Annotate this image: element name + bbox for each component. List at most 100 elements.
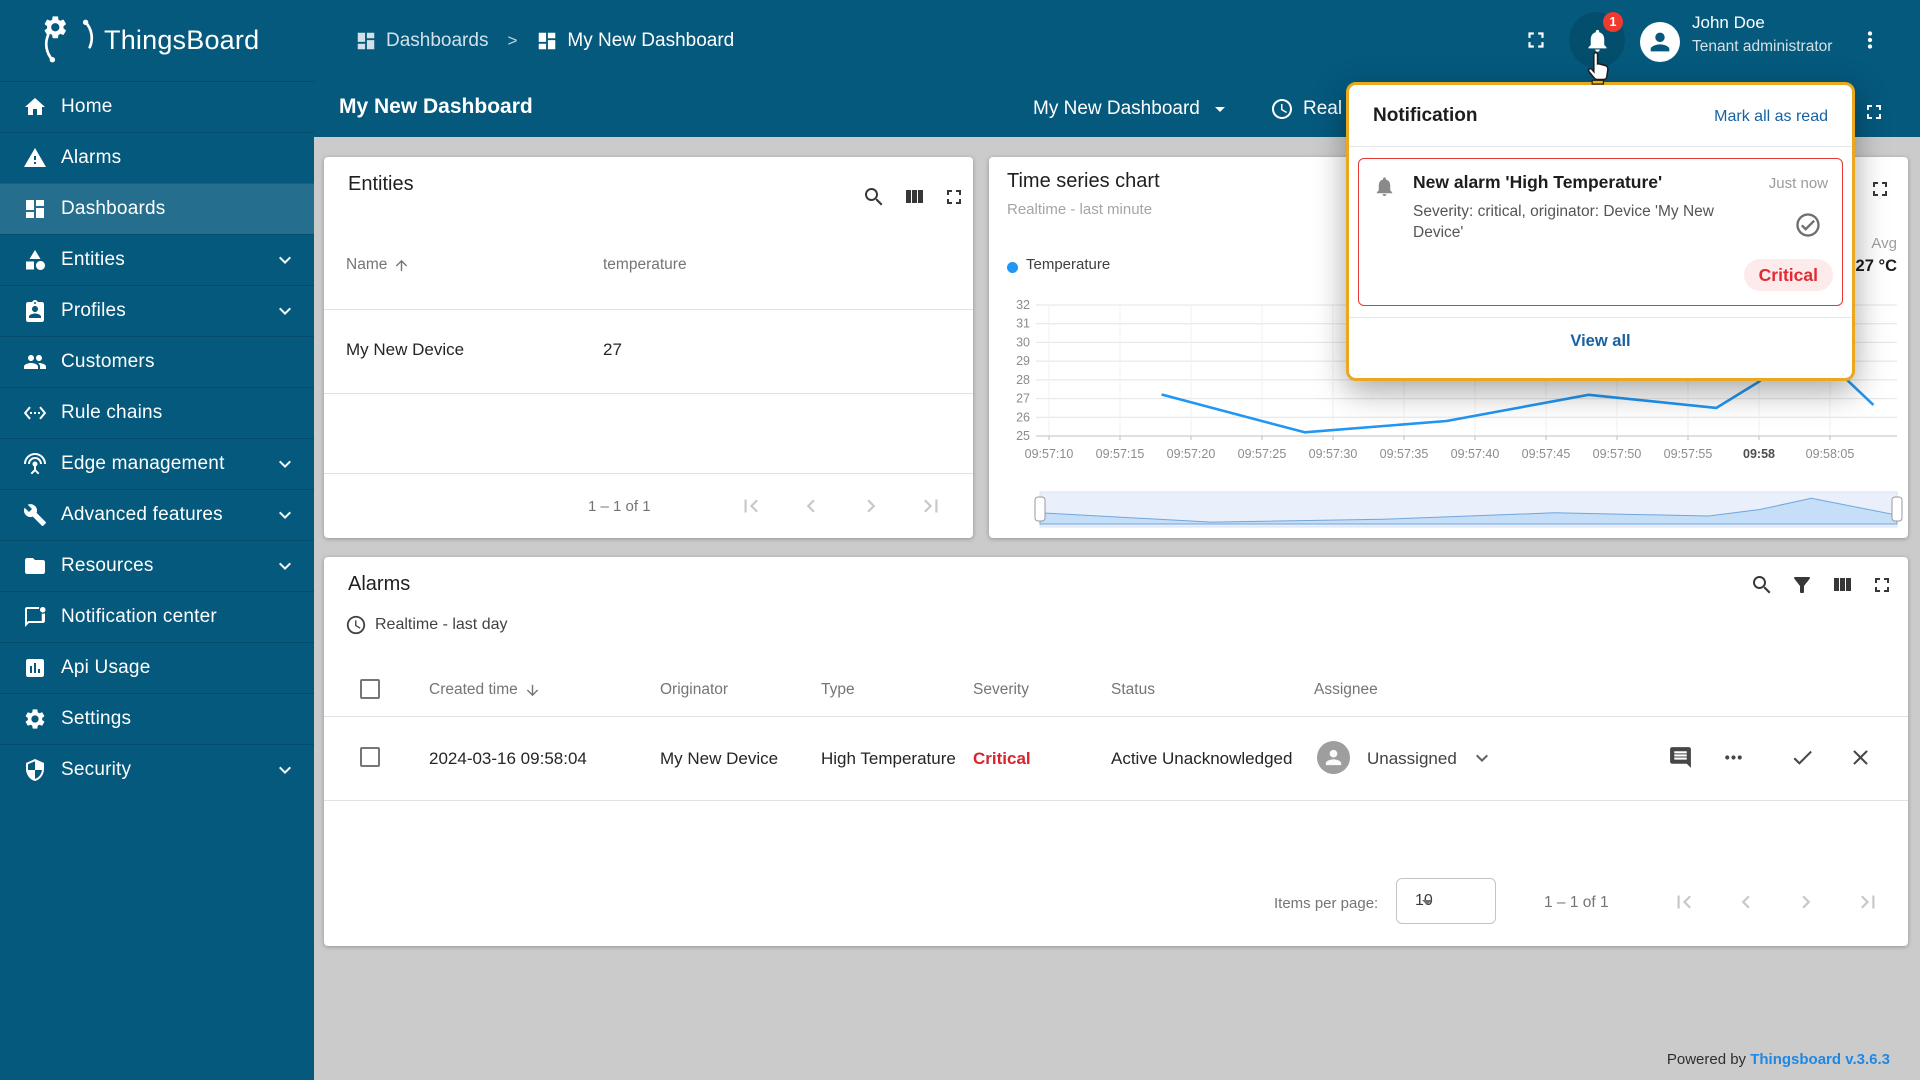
toolbar-fullscreen-icon[interactable]: [1862, 100, 1886, 124]
sidebar-item-notification-center[interactable]: Notification center: [0, 591, 314, 642]
column-header-type[interactable]: Type: [821, 681, 855, 699]
sidebar-item-label: Edge management: [61, 453, 225, 474]
alarm-clear-icon[interactable]: [1848, 745, 1873, 770]
more-menu-icon[interactable]: [1857, 27, 1883, 53]
svg-text:09:57:50: 09:57:50: [1593, 447, 1642, 461]
chevron-down-icon: [273, 503, 297, 527]
mark-read-icon[interactable]: [1794, 211, 1822, 239]
last-page-icon[interactable]: [918, 493, 944, 519]
sidebar-item-label: Entities: [61, 249, 125, 270]
fullscreen-icon[interactable]: [1523, 27, 1549, 53]
columns-icon[interactable]: [902, 185, 926, 209]
dashboard-state-select[interactable]: My New Dashboard: [1033, 97, 1232, 121]
thingsboard-app: ThingsBoard Home Alarms Dashboards Entities…: [0, 0, 1920, 1080]
view-all-link[interactable]: View all: [1349, 332, 1852, 351]
last-page-icon[interactable]: [1855, 889, 1881, 915]
sidebar-item-api-usage[interactable]: Api Usage: [0, 642, 314, 693]
next-page-icon[interactable]: [1793, 889, 1819, 915]
alarm-severity: Critical: [973, 749, 1031, 768]
range-label: 1 – 1 of 1: [1544, 894, 1609, 911]
legend-dot: [1007, 262, 1018, 273]
previous-page-icon[interactable]: [798, 493, 824, 519]
expand-widget-icon[interactable]: [1868, 177, 1892, 201]
column-header-status[interactable]: Status: [1111, 681, 1155, 699]
breadcrumb-item-dashboards[interactable]: Dashboards: [355, 30, 488, 52]
user-avatar[interactable]: [1640, 22, 1680, 62]
alarm-more-icon[interactable]: [1721, 745, 1746, 770]
alarm-originator[interactable]: My New Device: [660, 749, 778, 769]
alarm-type: High Temperature: [821, 749, 956, 768]
svg-text:09:57:35: 09:57:35: [1380, 447, 1429, 461]
mouse-cursor-pointer: [1587, 51, 1609, 85]
dashboard-title: My New Dashboard: [339, 95, 533, 118]
alarm-acknowledge-icon[interactable]: [1790, 745, 1815, 770]
assignee-avatar[interactable]: [1317, 741, 1350, 774]
sidebar-item-settings[interactable]: Settings: [0, 693, 314, 744]
alarm-status: Active Unacknowledged: [1111, 749, 1293, 768]
alarms-widget: Alarms Realtime - last day Created time …: [324, 557, 1908, 946]
sidebar-item-customers[interactable]: Customers: [0, 336, 314, 387]
legend-label[interactable]: Temperature: [1026, 256, 1110, 273]
notification-item-title: New alarm 'High Temperature': [1413, 172, 1663, 192]
notification-item[interactable]: New alarm 'High Temperature' Just now Se…: [1358, 158, 1843, 306]
sidebar-item-advanced-features[interactable]: Advanced features: [0, 489, 314, 540]
column-header-temperature[interactable]: temperature: [603, 256, 687, 274]
alarm-comment-icon[interactable]: [1668, 745, 1693, 770]
sidebar-item-label: Rule chains: [61, 402, 163, 423]
select-all-checkbox[interactable]: [360, 679, 380, 699]
expand-widget-icon[interactable]: [942, 185, 966, 209]
dashboards-icon: [355, 30, 377, 52]
svg-text:09:57:40: 09:57:40: [1451, 447, 1500, 461]
sidebar-item-label: Security: [61, 759, 132, 780]
search-icon[interactable]: [862, 185, 886, 209]
notifications-bell-icon[interactable]: [1584, 27, 1611, 54]
sidebar-item-label: Resources: [61, 555, 154, 576]
assignee-dropdown-icon[interactable]: [1470, 746, 1494, 770]
entity-temperature-cell: 27: [603, 340, 622, 359]
sidebar-item-home[interactable]: Home: [0, 81, 314, 132]
folder-icon: [23, 554, 47, 578]
alarms-timewindow[interactable]: Realtime - last day: [345, 614, 508, 636]
entities-widget: Entities Name temperature My New Device …: [324, 157, 973, 538]
entity-name-cell[interactable]: My New Device: [346, 340, 464, 360]
timewindow-clock-icon[interactable]: [1270, 97, 1294, 121]
sidebar-item-resources[interactable]: Resources: [0, 540, 314, 591]
first-page-icon[interactable]: [738, 493, 764, 519]
dashboard-state-label: My New Dashboard: [1033, 98, 1200, 119]
sidebar-item-alarms[interactable]: Alarms: [0, 132, 314, 183]
clock-icon: [345, 614, 367, 636]
next-page-icon[interactable]: [858, 493, 884, 519]
svg-text:09:57:10: 09:57:10: [1025, 447, 1074, 461]
alarm-assignee[interactable]: Unassigned: [1367, 749, 1457, 769]
timewindow-label[interactable]: Real: [1303, 98, 1342, 120]
svg-text:09:58:05: 09:58:05: [1806, 447, 1855, 461]
sidebar-item-entities[interactable]: Entities: [0, 234, 314, 285]
svg-text:09:57:45: 09:57:45: [1522, 447, 1571, 461]
previous-page-icon[interactable]: [1733, 889, 1759, 915]
row-checkbox[interactable]: [360, 747, 380, 767]
items-per-page-select[interactable]: 10: [1396, 878, 1496, 924]
sidebar-item-security[interactable]: Security: [0, 744, 314, 795]
sidebar-item-edge-management[interactable]: Edge management: [0, 438, 314, 489]
column-header-name[interactable]: Name: [346, 256, 410, 274]
app-logo[interactable]: ThingsBoard: [0, 0, 314, 81]
thingsboard-version-link[interactable]: Thingsboard v.3.6.3: [1750, 1051, 1890, 1068]
columns-icon[interactable]: [1830, 573, 1854, 597]
column-header-originator[interactable]: Originator: [660, 681, 728, 699]
column-header-created-time[interactable]: Created time: [429, 681, 541, 699]
items-per-page-label: Items per page:: [1274, 895, 1379, 912]
chevron-down-icon: [273, 758, 297, 782]
first-page-icon[interactable]: [1671, 889, 1697, 915]
thingsboard-logo-icon: [42, 14, 96, 68]
sidebar-item-profiles[interactable]: Profiles: [0, 285, 314, 336]
sidebar-item-dashboards[interactable]: Dashboards: [0, 183, 314, 234]
expand-widget-icon[interactable]: [1870, 573, 1894, 597]
column-header-assignee[interactable]: Assignee: [1314, 681, 1378, 699]
filter-icon[interactable]: [1790, 573, 1814, 597]
search-icon[interactable]: [1750, 573, 1774, 597]
divider: [324, 393, 973, 394]
mark-all-as-read-link[interactable]: Mark all as read: [1714, 108, 1828, 126]
column-header-severity[interactable]: Severity: [973, 681, 1029, 699]
home-icon: [23, 95, 47, 119]
sidebar-item-rule-chains[interactable]: Rule chains: [0, 387, 314, 438]
